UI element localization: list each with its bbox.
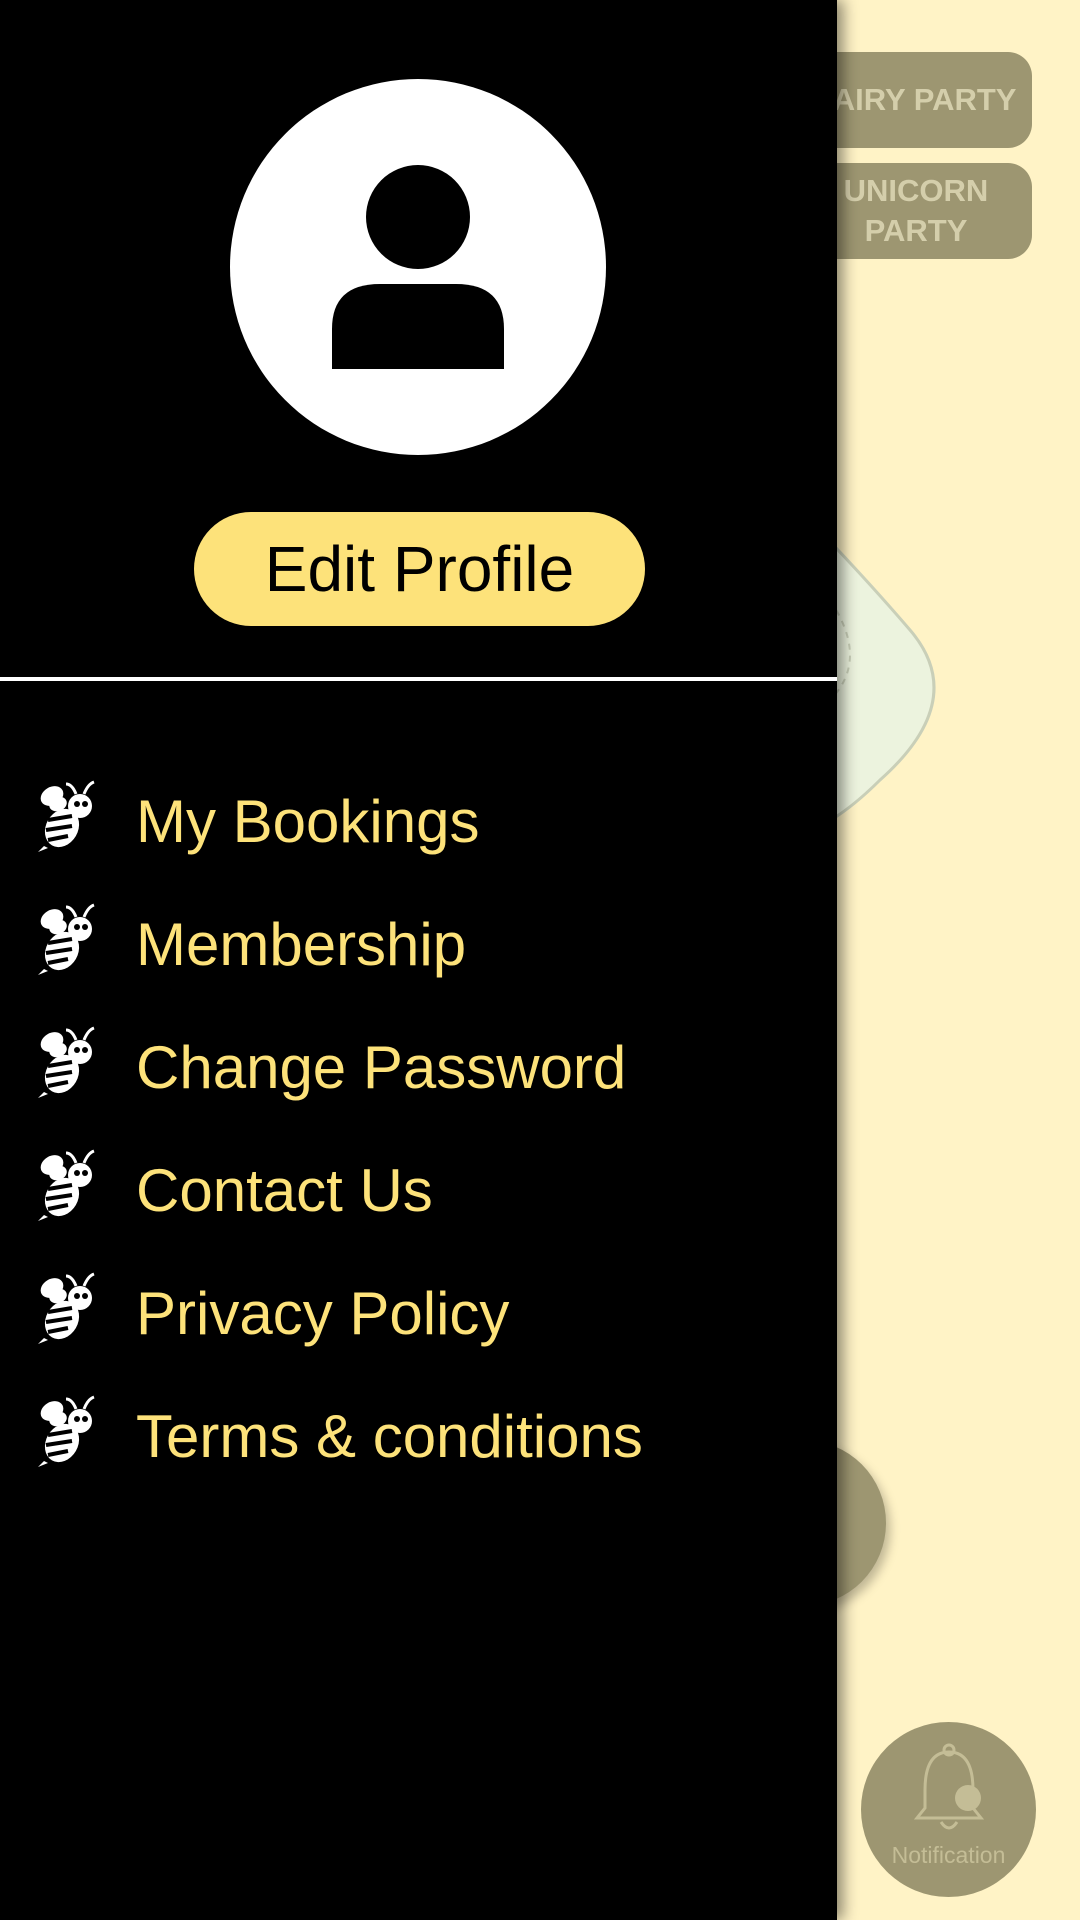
menu-item-contact-us[interactable]: Contact Us (0, 1129, 837, 1252)
bee-icon (35, 903, 96, 977)
menu-item-my-bookings[interactable]: My Bookings (0, 760, 837, 883)
user-icon (332, 165, 504, 369)
bee-icon (35, 1395, 96, 1469)
menu-item-terms[interactable]: Terms & conditions (0, 1375, 837, 1498)
menu-item-label: Membership (136, 911, 467, 978)
notification-label: Notification (891, 1842, 1006, 1868)
menu-item-membership[interactable]: Membership (0, 883, 837, 1006)
notification-button[interactable]: Notification (861, 1722, 1036, 1897)
menu-item-label: Privacy Policy (136, 1280, 510, 1347)
side-drawer: Edit Profile My Bookings Membership Chan… (0, 0, 837, 1920)
drawer-menu: My Bookings Membership Change Password C… (0, 760, 837, 1498)
bee-icon (35, 1272, 96, 1346)
fairy-party-label: FAIRY PARTY (815, 81, 1017, 117)
menu-item-label: Change Password (136, 1034, 627, 1101)
menu-item-change-password[interactable]: Change Password (0, 1006, 837, 1129)
menu-item-label: Contact Us (136, 1157, 433, 1224)
menu-item-label: Terms & conditions (136, 1403, 643, 1470)
edit-profile-button[interactable]: Edit Profile (194, 512, 645, 626)
bee-icon (35, 1026, 96, 1100)
menu-item-label: My Bookings (136, 788, 480, 855)
profile-avatar[interactable] (230, 79, 606, 455)
edit-profile-label: Edit Profile (264, 533, 575, 605)
drawer-divider (0, 677, 837, 681)
menu-item-privacy-policy[interactable]: Privacy Policy (0, 1252, 837, 1375)
bee-icon (35, 780, 96, 854)
bee-icon (35, 1149, 96, 1223)
unicorn-party-label: UNICORN PARTY (843, 172, 989, 248)
bell-icon (913, 1743, 985, 1830)
